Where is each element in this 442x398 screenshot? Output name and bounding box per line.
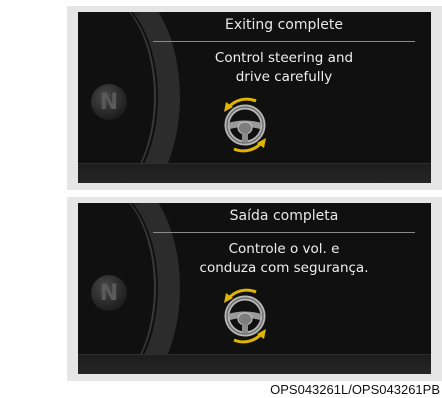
display-bottom-strip xyxy=(78,163,431,183)
display-bottom-strip xyxy=(78,354,431,374)
message-line-2: conduza com segurança. xyxy=(199,260,369,276)
message-body: Controle o vol. e conduza com segurança. xyxy=(158,240,410,278)
cluster-display-english: N Exiting complete Control steering and … xyxy=(78,12,431,183)
figure-caption: OPS043261L/OPS043261PB xyxy=(270,382,440,397)
message-line-2: drive carefully xyxy=(235,69,333,85)
cluster-display-portuguese: N Saída completa Controle o vol. e condu… xyxy=(78,203,431,374)
steering-wheel-icon xyxy=(224,97,266,153)
message-title: Saída completa xyxy=(229,208,339,224)
message-title: Exiting complete xyxy=(224,17,343,33)
message-divider xyxy=(153,41,415,42)
message-body: Control steering and drive carefully xyxy=(158,49,410,87)
message-line-1: Control steering and xyxy=(214,50,354,66)
message-line-1: Controle o vol. e xyxy=(228,241,340,257)
gear-indicator: N xyxy=(91,84,127,120)
message-divider xyxy=(153,232,415,233)
gear-indicator: N xyxy=(91,275,127,311)
steering-wheel-icon xyxy=(224,288,266,344)
